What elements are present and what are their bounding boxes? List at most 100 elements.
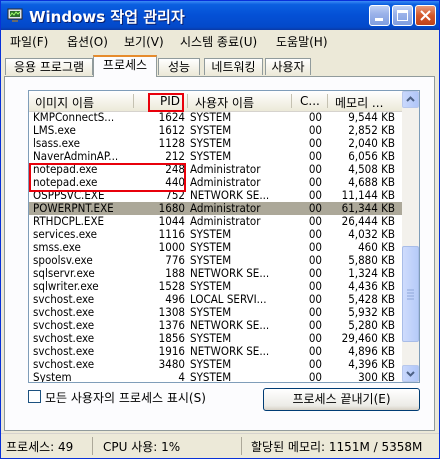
arrow-up-icon	[406, 96, 415, 102]
process-image-name: svchost.exe	[33, 306, 95, 319]
process-pid: 1624	[158, 111, 185, 124]
process-image-name: LMS.exe	[33, 124, 76, 137]
process-memory: 4,436 KB	[348, 280, 395, 293]
table-row[interactable]: System 4 SYSTEM 00 300 KB	[29, 371, 403, 383]
process-user-name: NETWORK SE...	[190, 189, 270, 202]
process-cpu: 00	[308, 176, 322, 189]
notepad-rows-highlight	[29, 163, 186, 192]
process-image-name: svchost.exe	[33, 358, 95, 371]
column-image-name[interactable]: 이미지 이름	[35, 94, 94, 111]
table-row[interactable]: services.exe 1116 SYSTEM 00 4,032 KB	[29, 228, 403, 241]
menu-bar: 파일(F) 옵션(O) 보기(V) 시스템 종료(U) 도움말(H)	[1, 30, 439, 52]
table-row[interactable]: NaverAdminAP... 212 SYSTEM 00 6,056 KB	[29, 150, 403, 163]
menu-options[interactable]: 옵션(O)	[67, 33, 108, 50]
table-row[interactable]: svchost.exe 3480 SYSTEM 00 4,396 KB	[29, 358, 403, 371]
menu-shutdown[interactable]: 시스템 종료(U)	[180, 33, 257, 50]
tab-applications[interactable]: 응용 프로그램	[5, 58, 93, 75]
process-memory: 6,056 KB	[348, 150, 395, 163]
process-user-name: Administrator	[190, 176, 261, 189]
column-divider[interactable]	[291, 94, 292, 108]
close-button[interactable]	[415, 5, 436, 26]
process-pid: 3480	[158, 358, 185, 371]
process-image-name: POWERPNT.EXE	[33, 202, 114, 215]
menu-view[interactable]: 보기(V)	[124, 33, 164, 50]
tab-networking[interactable]: 네트워킹	[204, 58, 263, 75]
tab-users[interactable]: 사용자	[265, 58, 311, 75]
arrow-down-icon	[406, 371, 415, 377]
process-cpu: 00	[308, 150, 322, 163]
process-cpu: 00	[308, 189, 322, 202]
show-all-users-label[interactable]: 모든 사용자의 프로세스 표시(S)	[45, 389, 206, 406]
table-row[interactable]: spoolsv.exe 776 SYSTEM 00 5,880 KB	[29, 254, 403, 267]
process-pid: 1528	[158, 280, 185, 293]
menu-help[interactable]: 도움말(H)	[276, 33, 328, 50]
column-cpu[interactable]: C...	[300, 94, 320, 108]
scroll-up-button[interactable]	[402, 91, 419, 108]
process-memory: 9,544 KB	[348, 111, 395, 124]
column-divider[interactable]	[187, 94, 188, 108]
process-pid: 1856	[158, 332, 185, 345]
table-row[interactable]: POWERPNT.EXE 1680 Administrator 00 61,344 KB	[29, 202, 403, 215]
scroll-down-button[interactable]	[402, 365, 419, 382]
minimize-button[interactable]	[369, 5, 390, 26]
process-cpu: 00	[308, 202, 322, 215]
table-row[interactable]: svchost.exe 1308 SYSTEM 00 5,932 KB	[29, 306, 403, 319]
table-row[interactable]: svchost.exe 1856 SYSTEM 00 29,460 KB	[29, 332, 403, 345]
task-manager-window: Windows 작업 관리자 파일(F) 옵션(O) 보기(V) 시스템 종료(…	[0, 0, 440, 459]
table-row[interactable]: svchost.exe 1916 NETWORK SE... 00 4,896 KB	[29, 345, 403, 358]
table-row[interactable]: KMPConnectS... 1624 SYSTEM 00 9,544 KB	[29, 111, 403, 124]
process-cpu: 00	[308, 280, 322, 293]
process-image-name: svchost.exe	[33, 332, 95, 345]
process-memory: 1,324 KB	[348, 267, 395, 280]
process-memory: 4,896 KB	[348, 345, 395, 358]
process-image-name: KMPConnectS...	[33, 111, 115, 124]
process-user-name: SYSTEM	[190, 306, 232, 319]
close-icon	[420, 10, 431, 21]
grip-icon	[407, 289, 414, 300]
tab-processes[interactable]: 프로세스	[93, 55, 157, 77]
maximize-button[interactable]	[392, 5, 413, 26]
column-divider[interactable]	[327, 94, 328, 108]
column-memory[interactable]: 메모리 ...	[335, 94, 383, 111]
process-user-name: SYSTEM	[190, 280, 232, 293]
process-memory: 29,460 KB	[341, 332, 395, 345]
process-image-name: services.exe	[33, 228, 98, 241]
process-memory: 4,508 KB	[348, 163, 395, 176]
process-image-name: lsass.exe	[33, 137, 80, 150]
process-pid: 1916	[158, 345, 185, 358]
table-row[interactable]: lsass.exe 1128 SYSTEM 00 2,040 KB	[29, 137, 403, 150]
table-row[interactable]: sqlwriter.exe 1528 SYSTEM 00 4,436 KB	[29, 280, 403, 293]
scroll-thumb[interactable]	[402, 246, 419, 342]
process-image-name: System	[33, 371, 72, 383]
checkbox-box[interactable]	[28, 390, 41, 403]
process-user-name: SYSTEM	[190, 150, 232, 163]
process-user-name: SYSTEM	[190, 358, 232, 371]
process-memory: 61,344 KB	[341, 202, 395, 215]
table-row[interactable]: RTHDCPL.EXE 1044 Administrator 00 26,444 KB	[29, 215, 403, 228]
table-row[interactable]: svchost.exe 496 LOCAL SERVI... 00 5,428 KB	[29, 293, 403, 306]
table-row[interactable]: smss.exe 1000 SYSTEM 00 460 KB	[29, 241, 403, 254]
tab-strip: 응용 프로그램 프로세스 성능 네트워킹 사용자	[1, 53, 439, 77]
table-row[interactable]: sqlservr.exe 188 NETWORK SE... 00 1,324 KB	[29, 267, 403, 280]
process-user-name: SYSTEM	[190, 241, 232, 254]
process-cpu: 00	[308, 241, 322, 254]
column-divider[interactable]	[133, 94, 134, 108]
end-process-button[interactable]: 프로세스 끝내기(E)	[263, 388, 420, 411]
process-memory: 5,932 KB	[348, 306, 395, 319]
process-user-name: SYSTEM	[190, 332, 232, 345]
process-pid: 1000	[158, 241, 185, 254]
process-cpu: 00	[308, 358, 322, 371]
process-list[interactable]: 이미지 이름 PID 사용자 이름 C... 메모리 ... KMPConnec…	[28, 90, 420, 383]
column-user-name[interactable]: 사용자 이름	[195, 94, 254, 111]
table-row[interactable]: LMS.exe 1612 SYSTEM 00 2,852 KB	[29, 124, 403, 137]
tab-performance[interactable]: 성능	[158, 58, 200, 75]
title-bar[interactable]: Windows 작업 관리자	[1, 1, 439, 30]
process-user-name: Administrator	[190, 163, 261, 176]
process-user-name: SYSTEM	[190, 371, 232, 383]
table-row[interactable]: svchost.exe 1376 NETWORK SE... 00 5,280 KB	[29, 319, 403, 332]
menu-file[interactable]: 파일(F)	[10, 33, 48, 50]
process-user-name: NETWORK SE...	[190, 319, 270, 332]
process-cpu: 00	[308, 345, 322, 358]
vertical-scrollbar[interactable]	[402, 91, 419, 382]
process-pid: 1376	[158, 319, 185, 332]
